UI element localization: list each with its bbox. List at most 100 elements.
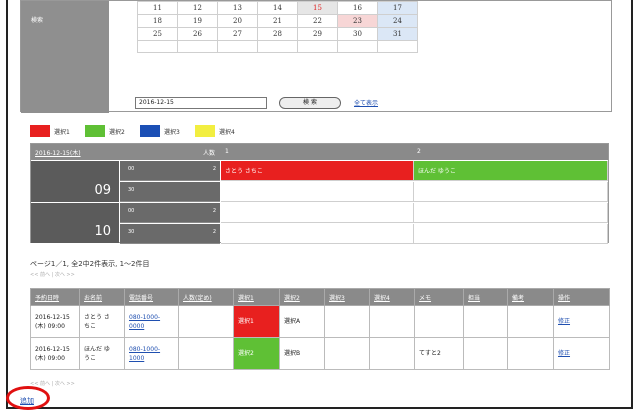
calendar-day-empty [377,40,418,53]
calendar-day[interactable]: 26 [177,27,218,41]
calendar-day[interactable]: 18 [137,14,178,28]
column-1-header: 1 [225,148,229,155]
column-header[interactable]: 電話番号 [124,288,179,306]
schedule-header: 2016-12-15(木) 人数 1 2 [31,144,608,160]
count-value: 2 [212,166,216,172]
count-value: 2 [212,229,216,235]
table-row: 2016-12-15 (木) 09:00 ほんだ ゆうこ 080-1000- 100… [30,337,610,370]
column-header[interactable]: 選択1 [233,288,280,306]
calendar-day[interactable]: 11 [137,1,178,15]
selection-3-cell [324,337,370,370]
calendar-day[interactable]: 13 [217,1,258,15]
show-all-link[interactable]: 全て表示 [354,98,378,107]
selection-1-cell: 選択1 [233,305,280,338]
calendar-day[interactable]: 25 [137,27,178,41]
date-input[interactable]: 2016-12-15 [135,97,267,109]
calendar-day[interactable]: 31 [377,27,418,41]
selection-4-cell [369,305,415,338]
legend-label: 選択3 [164,129,180,136]
calendar-day[interactable]: 27 [217,27,258,41]
empty-slot[interactable] [414,182,608,202]
memo-cell [414,305,464,338]
calendar-day-empty [177,40,218,53]
legend-swatch [140,125,160,137]
reservation-count [178,305,234,338]
minute-label: 30 [128,187,135,193]
reservation-phone[interactable]: 080-1000- 1000 [124,337,179,370]
minute-label: 00 [128,208,135,214]
pager-nav-bottom[interactable]: << 前へ | 次へ >> [30,380,75,387]
reservation-phone[interactable]: 080-1000- 0000 [124,305,179,338]
search-label: 検索 [31,17,44,24]
pager-nav[interactable]: << 前へ | 次へ >> [30,271,75,278]
edit-link[interactable]: 修正 [558,318,570,325]
calendar-day-empty [217,40,258,53]
empty-slot[interactable] [414,203,608,223]
column-header[interactable]: 予約日時 [30,288,80,306]
empty-slot[interactable] [221,224,414,244]
calendar-day[interactable]: 24 [377,14,418,28]
empty-slot[interactable] [414,224,608,244]
count-value: 2 [212,208,216,214]
calendar-day[interactable]: 22 [297,14,338,28]
reservation-name: ほんだ ゆうこ [79,337,125,370]
column-header: 操作 [553,288,610,306]
reservation-datetime: 2016-12-15 (木) 09:00 [30,337,80,370]
edit-link[interactable]: 修正 [558,350,570,357]
legend-label: 選択1 [54,129,70,136]
calendar-day[interactable]: 30 [337,27,378,41]
minute-cell: 30 [120,182,220,202]
column-header[interactable]: 選択2 [279,288,325,306]
booking-slot-1[interactable]: さとう さちこ [221,161,414,181]
calendar-day-selected[interactable]: 15 [297,1,338,15]
legend-swatch [30,125,50,137]
action-cell: 修正 [553,305,610,338]
booking-name: さとう さちこ [225,168,263,175]
column-header[interactable]: 備考 [507,288,554,306]
search-label-cell: 検索 [21,1,109,113]
calendar-day[interactable]: 28 [257,27,298,41]
column-header[interactable]: 選択3 [324,288,370,306]
legend-swatch [195,125,215,137]
schedule-date-link[interactable]: 2016-12-15(木) [35,148,81,157]
selection-2-cell: 選択A [279,305,325,338]
hour-label: 10 [94,224,111,239]
hour-label: 09 [94,183,111,198]
booking-name: ほんだ ゆうこ [418,168,456,175]
column-header[interactable]: メモ [414,288,464,306]
empty-slot[interactable] [221,203,414,223]
calendar-day[interactable]: 23 [337,14,378,28]
booking-slot-2[interactable]: ほんだ ゆうこ [414,161,608,181]
table-row: 2016-12-15 (木) 09:00 さとう さちこ 080-1000- 000… [30,305,610,338]
column-header[interactable]: お名前 [79,288,125,306]
calendar-day[interactable]: 29 [297,27,338,41]
minute-label: 00 [128,166,135,172]
column-header[interactable]: 選択4 [369,288,415,306]
column-header[interactable]: 担当 [463,288,508,306]
empty-slot[interactable] [221,182,414,202]
schedule-grid: 2016-12-15(木) 人数 1 2 09 00 2 30 さとう さちこ … [30,143,609,244]
calendar-day[interactable]: 12 [177,1,218,15]
action-cell: 修正 [553,337,610,370]
column-header[interactable]: 人数(定め) [178,288,234,306]
legend-label: 選択2 [109,129,125,136]
calendar-day[interactable]: 20 [217,14,258,28]
reservation-table: 予約日時 お名前 電話番号 人数(定め) 選択1 選択2 選択3 選択4 メモ … [30,288,610,370]
minute-cell: 00 2 [120,161,220,181]
calendar-day[interactable]: 21 [257,14,298,28]
calendar-day-empty [337,40,378,53]
calendar-day[interactable]: 16 [337,1,378,15]
calendar-day[interactable]: 19 [177,14,218,28]
minute-label: 30 [128,229,135,235]
reservation-datetime: 2016-12-15 (木) 09:00 [30,305,80,338]
memo-cell: てすと2 [414,337,464,370]
add-link[interactable]: 追加 [20,396,34,406]
calendar-day-empty [137,40,178,53]
calendar-day[interactable]: 14 [257,1,298,15]
minute-cell: 00 2 [120,203,220,223]
selection-4-cell [369,337,415,370]
calendar-day[interactable]: 17 [377,1,418,15]
calendar-day-empty [297,40,338,53]
calendar: 11 12 13 14 15 16 17 18 19 20 21 22 23 2… [137,1,418,53]
search-button[interactable]: 検 索 [279,97,341,109]
